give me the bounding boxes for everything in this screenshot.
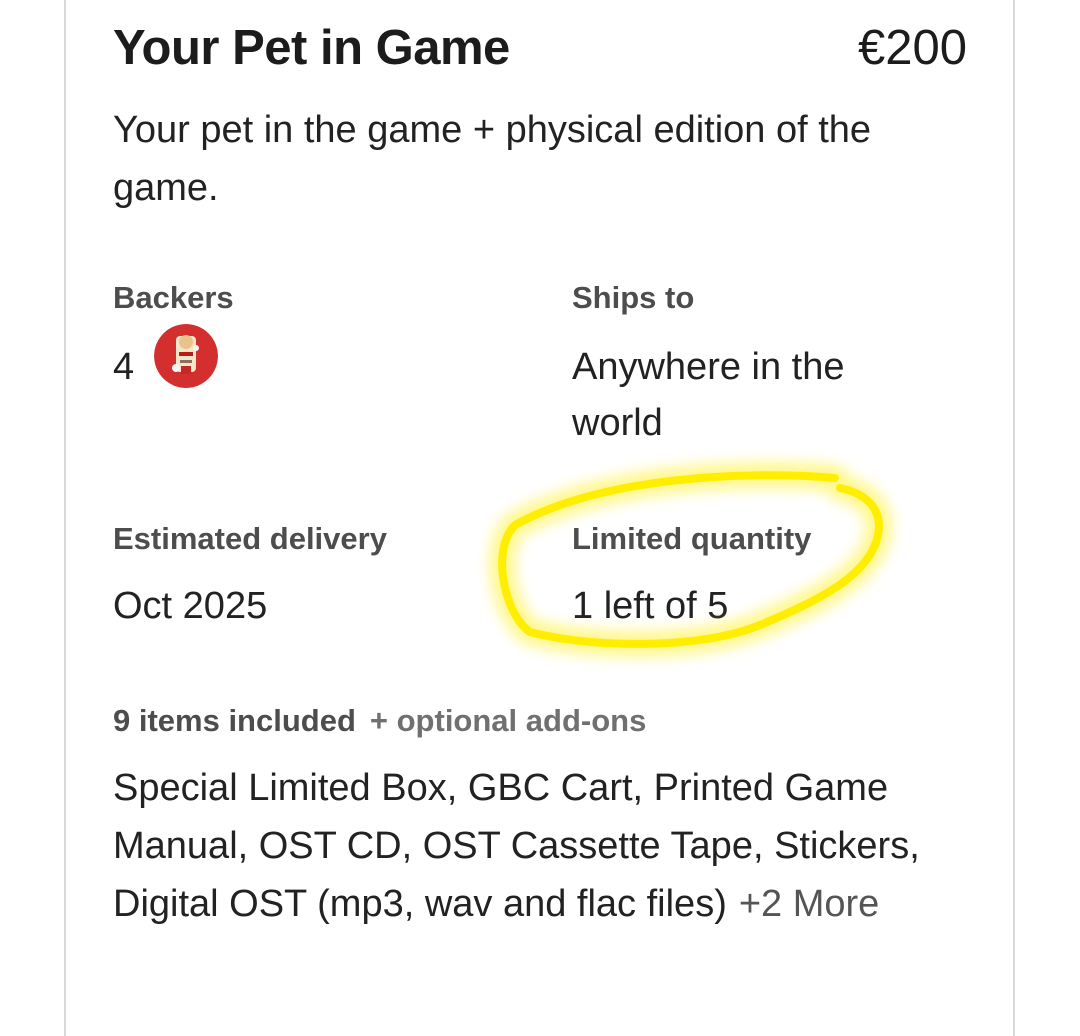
delivery-label: Estimated delivery	[113, 521, 387, 556]
backers-count: 4	[113, 346, 135, 388]
items-list: Special Limited Box, GBC Cart, Printed G…	[113, 759, 973, 933]
reward-description: Your pet in the game + physical edition …	[113, 109, 872, 209]
items-count: 9 items included	[113, 703, 356, 738]
ships-to-value: Anywhere in the world	[572, 346, 845, 444]
delivery-value: Oct 2025	[113, 585, 268, 627]
optional-addons-label: + optional add-ons	[369, 703, 647, 738]
reward-price: €200	[857, 21, 967, 75]
ships-to-label: Ships to	[572, 280, 695, 315]
limited-quantity-value: 1 left of 5	[572, 585, 729, 627]
backer-avatar[interactable]	[154, 324, 218, 388]
backers-label: Backers	[113, 280, 234, 315]
reward-title: Your Pet in Game	[113, 21, 510, 75]
more-items-link[interactable]: +2 More	[739, 883, 879, 925]
items-included-label: 9 items included + optional add-ons	[113, 703, 646, 739]
limited-quantity-label: Limited quantity	[572, 521, 812, 556]
